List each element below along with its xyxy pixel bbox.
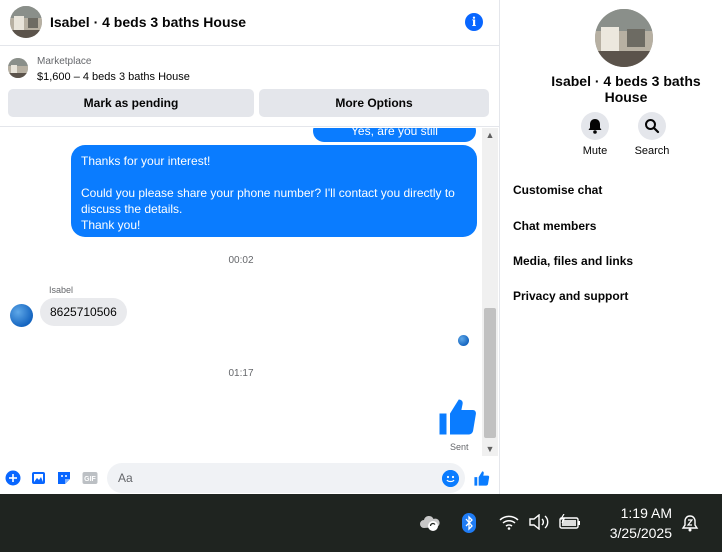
incoming-message[interactable]: 8625710506 xyxy=(40,298,127,326)
message-timestamp: 01:17 xyxy=(228,368,254,379)
gif-icon[interactable]: GIF xyxy=(82,470,98,486)
volume-icon[interactable] xyxy=(528,514,550,530)
contact-avatar[interactable] xyxy=(10,6,42,38)
message-scrollbar[interactable]: ▲ ▼ xyxy=(482,128,498,456)
mute-button[interactable] xyxy=(581,112,609,140)
contact-profile-avatar[interactable] xyxy=(595,9,653,67)
windows-taskbar: 1:19 AM 3/25/2025 xyxy=(0,494,722,552)
wifi-icon[interactable] xyxy=(499,514,519,530)
info-icon[interactable]: i xyxy=(465,13,483,31)
thumbs-up-send-icon[interactable] xyxy=(473,470,490,487)
search-button[interactable] xyxy=(638,112,666,140)
read-receipt-avatar xyxy=(458,335,469,346)
bell-icon xyxy=(588,119,602,134)
menu-chat-members[interactable]: Chat members xyxy=(513,219,596,233)
message-composer: GIF Aa xyxy=(0,462,500,494)
sender-avatar[interactable] xyxy=(10,304,33,327)
menu-customise-chat[interactable]: Customise chat xyxy=(513,183,602,197)
plus-circle-icon[interactable] xyxy=(5,470,21,486)
chat-header: Isabel · 4 beds 3 baths House i xyxy=(0,0,500,46)
sent-status: Sent xyxy=(450,442,469,452)
mark-as-pending-button[interactable]: Mark as pending xyxy=(8,89,254,117)
outgoing-message[interactable]: Thanks for your interest! Could you plea… xyxy=(71,145,477,237)
battery-charging-icon[interactable] xyxy=(558,514,582,530)
info-contact-name: Isabel · 4 beds 3 baths House xyxy=(551,73,701,105)
search-label: Search xyxy=(634,145,670,157)
sender-name: Isabel xyxy=(49,285,74,295)
menu-media-files-links[interactable]: Media, files and links xyxy=(513,254,633,268)
clock-date[interactable]: 3/25/2025 xyxy=(596,525,672,541)
chat-info-panel: Isabel · 4 beds 3 baths House Mute Searc… xyxy=(500,0,722,494)
clock-time[interactable]: 1:19 AM xyxy=(600,505,672,521)
listing-title[interactable]: $1,600 – 4 beds 3 baths House xyxy=(37,71,190,83)
scroll-thumb[interactable] xyxy=(484,308,496,438)
onedrive-sync-icon[interactable] xyxy=(419,514,441,532)
bluetooth-icon[interactable] xyxy=(462,513,476,533)
svg-text:GIF: GIF xyxy=(84,476,96,483)
message-input[interactable]: Aa xyxy=(107,463,465,493)
marketplace-listing-banner: Marketplace $1,600 – 4 beds 3 baths Hous… xyxy=(0,47,500,127)
chat-pane: Isabel · 4 beds 3 baths House i Marketpl… xyxy=(0,0,500,494)
listing-thumbnail[interactable] xyxy=(8,58,28,78)
scroll-down-arrow-icon[interactable]: ▼ xyxy=(482,442,498,456)
scroll-up-arrow-icon[interactable]: ▲ xyxy=(482,128,498,142)
thumbs-up-icon[interactable] xyxy=(436,396,478,438)
message-thread[interactable]: Yes, are you still interested? Thanks fo… xyxy=(0,128,482,456)
photo-icon[interactable] xyxy=(31,470,47,486)
message-input-placeholder: Aa xyxy=(118,471,133,485)
listing-source: Marketplace xyxy=(37,56,92,67)
menu-privacy-support[interactable]: Privacy and support xyxy=(513,289,628,303)
search-icon xyxy=(645,119,660,134)
mute-label: Mute xyxy=(582,145,608,157)
notification-bell-icon[interactable] xyxy=(680,514,700,532)
more-options-button[interactable]: More Options xyxy=(259,89,489,117)
sticker-icon[interactable] xyxy=(56,470,72,486)
chat-title[interactable]: Isabel · 4 beds 3 baths House xyxy=(50,14,246,30)
message-timestamp: 00:02 xyxy=(228,255,254,266)
outgoing-message[interactable]: Yes, are you still interested? xyxy=(313,128,476,160)
emoji-icon[interactable] xyxy=(442,470,459,487)
